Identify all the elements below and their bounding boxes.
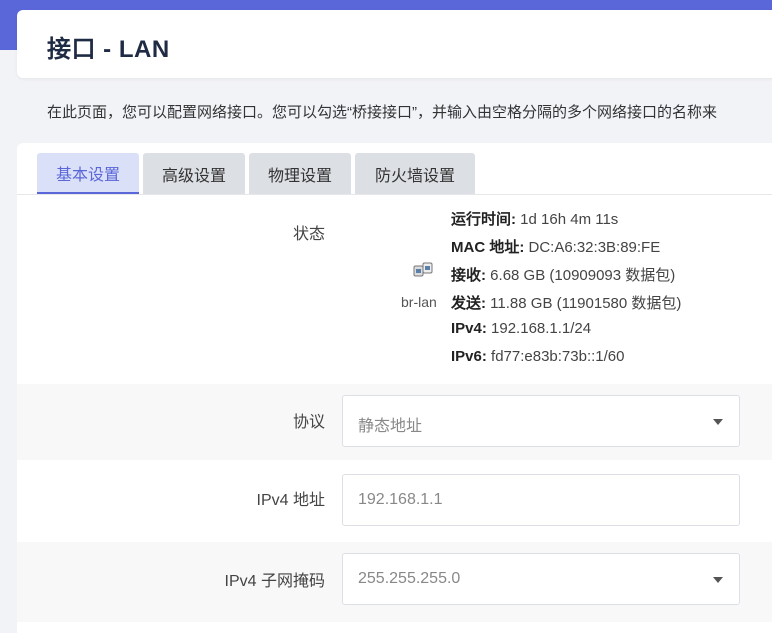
page-description: 在此页面，您可以配置网络接口。您可以勾选“桥接接口”，并输入由空格分隔的多个网络… bbox=[47, 104, 717, 121]
tab-basic-settings[interactable]: 基本设置 bbox=[37, 153, 139, 194]
chevron-down-icon bbox=[713, 419, 723, 425]
status-ipv6: IPv6: fd77:e83b:73b::1/60 bbox=[451, 348, 625, 365]
status-uptime: 运行时间: 1d 16h 4m 11s bbox=[451, 211, 619, 228]
device-name: br-lan bbox=[401, 294, 437, 310]
ipv4-address-value: 192.168.1.1 bbox=[358, 491, 443, 508]
ipv4-address-label: IPv4 地址 bbox=[256, 492, 325, 509]
ipv4-address-input[interactable]: 192.168.1.1 bbox=[342, 474, 740, 526]
chevron-down-icon bbox=[713, 577, 723, 583]
protocol-value: 静态地址 bbox=[358, 418, 423, 435]
protocol-select[interactable]: 静态地址 bbox=[342, 395, 740, 447]
ipv4-netmask-row: IPv4 子网掩码 255.255.255.0 bbox=[17, 542, 772, 622]
status-mac-address: MAC 地址: DC:A6:32:3B:89:FE bbox=[451, 239, 661, 256]
title-card: 接口 - LAN bbox=[17, 10, 772, 78]
status-transmitted: 发送: 11.88 GB (11901580 数据包) bbox=[451, 295, 682, 312]
ipv4-netmask-label: IPv4 子网掩码 bbox=[224, 573, 325, 590]
ipv4-address-row: IPv4 地址 192.168.1.1 bbox=[17, 460, 772, 542]
status-section: 状态 br-lan 运行时间: 1d 16h 4m 11s MAC 地址: DC… bbox=[17, 196, 772, 384]
tab-physical-settings[interactable]: 物理设置 bbox=[249, 153, 351, 194]
ipv4-netmask-select[interactable]: 255.255.255.0 bbox=[342, 553, 740, 605]
status-received: 接收: 6.68 GB (10909093 数据包) bbox=[451, 267, 676, 284]
page-title: 接口 - LAN bbox=[47, 36, 170, 63]
tab-bar: 基本设置 高级设置 物理设置 防火墙设置 bbox=[17, 143, 772, 195]
protocol-label: 协议 bbox=[292, 414, 325, 431]
ipv4-netmask-value: 255.255.255.0 bbox=[358, 570, 461, 587]
protocol-row: 协议 静态地址 bbox=[17, 384, 772, 460]
status-label: 状态 bbox=[292, 226, 325, 243]
tab-advanced-settings[interactable]: 高级设置 bbox=[143, 153, 245, 194]
tab-firewall-settings[interactable]: 防火墙设置 bbox=[355, 153, 475, 194]
interface-config-card: 基本设置 高级设置 物理设置 防火墙设置 状态 br-lan 运行时间: 1d … bbox=[17, 143, 772, 633]
status-ipv4: IPv4: 192.168.1.1/24 bbox=[451, 320, 592, 337]
ethernet-port-icon bbox=[413, 262, 433, 277]
